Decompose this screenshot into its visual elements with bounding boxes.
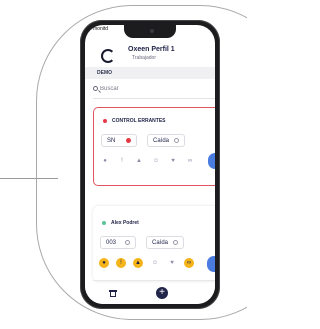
card-icon-row: ● ! ▲ ☺ ♥ ∞ — [99, 256, 215, 272]
connector-line — [0, 178, 58, 179]
heart-icon[interactable]: ♥ — [168, 156, 178, 166]
event-type: Caída — [153, 138, 170, 144]
worker-icon[interactable]: ☺ — [151, 156, 161, 166]
card-title-text: CONTROL ERRANTES — [112, 118, 166, 124]
bluetooth-icon[interactable]: ∞ — [184, 258, 194, 268]
heart-icon[interactable]: ♥ — [167, 258, 177, 268]
stage: monitd Oxeen Perfil 1 Trabajador DEMO CO… — [0, 0, 247, 329]
device-code: 003 — [106, 240, 117, 246]
ok-status-dot — [102, 220, 106, 225]
building-wall — [110, 292, 116, 297]
phone-notch — [124, 25, 176, 38]
fire-icon[interactable]: ▲ — [134, 156, 144, 166]
search-icon — [93, 86, 98, 91]
card-title-text: Alex Podret — [111, 220, 139, 226]
device-card-alert[interactable]: CONTROL ERRANTES SN Caída ● ! ▲ ☺ ♥ ∞ — [93, 107, 215, 186]
device-code-field[interactable]: SN — [101, 134, 137, 147]
warning-icon[interactable]: ! — [117, 156, 127, 166]
more-icon[interactable] — [208, 153, 215, 169]
person-fall-icon[interactable]: ● — [100, 156, 110, 166]
divider — [93, 280, 215, 281]
more-icon[interactable] — [207, 256, 215, 272]
app-header: Oxeen Perfil 1 Trabajador — [85, 35, 215, 87]
bottom-navigation: + — [85, 287, 215, 304]
app-screen: monitd Oxeen Perfil 1 Trabajador DEMO CO… — [85, 25, 215, 304]
warning-icon[interactable]: ! — [116, 258, 126, 268]
worker-icon[interactable]: ☺ — [150, 258, 160, 268]
event-type-field[interactable]: Caída — [147, 134, 185, 147]
logo-icon[interactable] — [101, 49, 115, 63]
profile-name[interactable]: Oxeen Perfil 1 — [128, 46, 175, 53]
event-type-icon — [173, 240, 178, 245]
search-bar[interactable] — [93, 84, 215, 99]
profile-role: Trabajador — [132, 55, 156, 61]
event-type-field[interactable]: Caída — [146, 236, 184, 249]
add-button[interactable]: + — [156, 287, 168, 299]
camera-icon — [150, 29, 154, 33]
phone-frame: monitd Oxeen Perfil 1 Trabajador DEMO CO… — [80, 20, 220, 309]
device-code-field[interactable]: 003 — [100, 236, 136, 249]
building-icon[interactable] — [109, 290, 117, 297]
fire-icon[interactable]: ▲ — [133, 258, 143, 268]
bluetooth-icon[interactable]: ∞ — [185, 156, 195, 166]
event-type: Caída — [152, 240, 169, 246]
organization-bar[interactable]: DEMO — [85, 67, 215, 79]
indicator-icon — [125, 240, 130, 245]
person-fall-icon[interactable]: ● — [99, 258, 109, 268]
alert-status-dot — [103, 118, 107, 123]
device-card-ok[interactable]: Alex Podret 003 Caída ● ! ▲ ☺ ♥ ∞ — [93, 206, 215, 281]
card-icon-row: ● ! ▲ ☺ ♥ ∞ — [100, 153, 215, 169]
search-input[interactable] — [100, 84, 200, 94]
event-type-icon — [174, 138, 179, 143]
card-title: CONTROL ERRANTES — [103, 118, 166, 124]
status-time: monitd — [93, 26, 109, 32]
card-title: Alex Podret — [102, 220, 139, 226]
organization-label: DEMO — [97, 70, 112, 76]
alert-indicator-icon — [126, 138, 131, 143]
device-code: SN — [107, 138, 116, 144]
